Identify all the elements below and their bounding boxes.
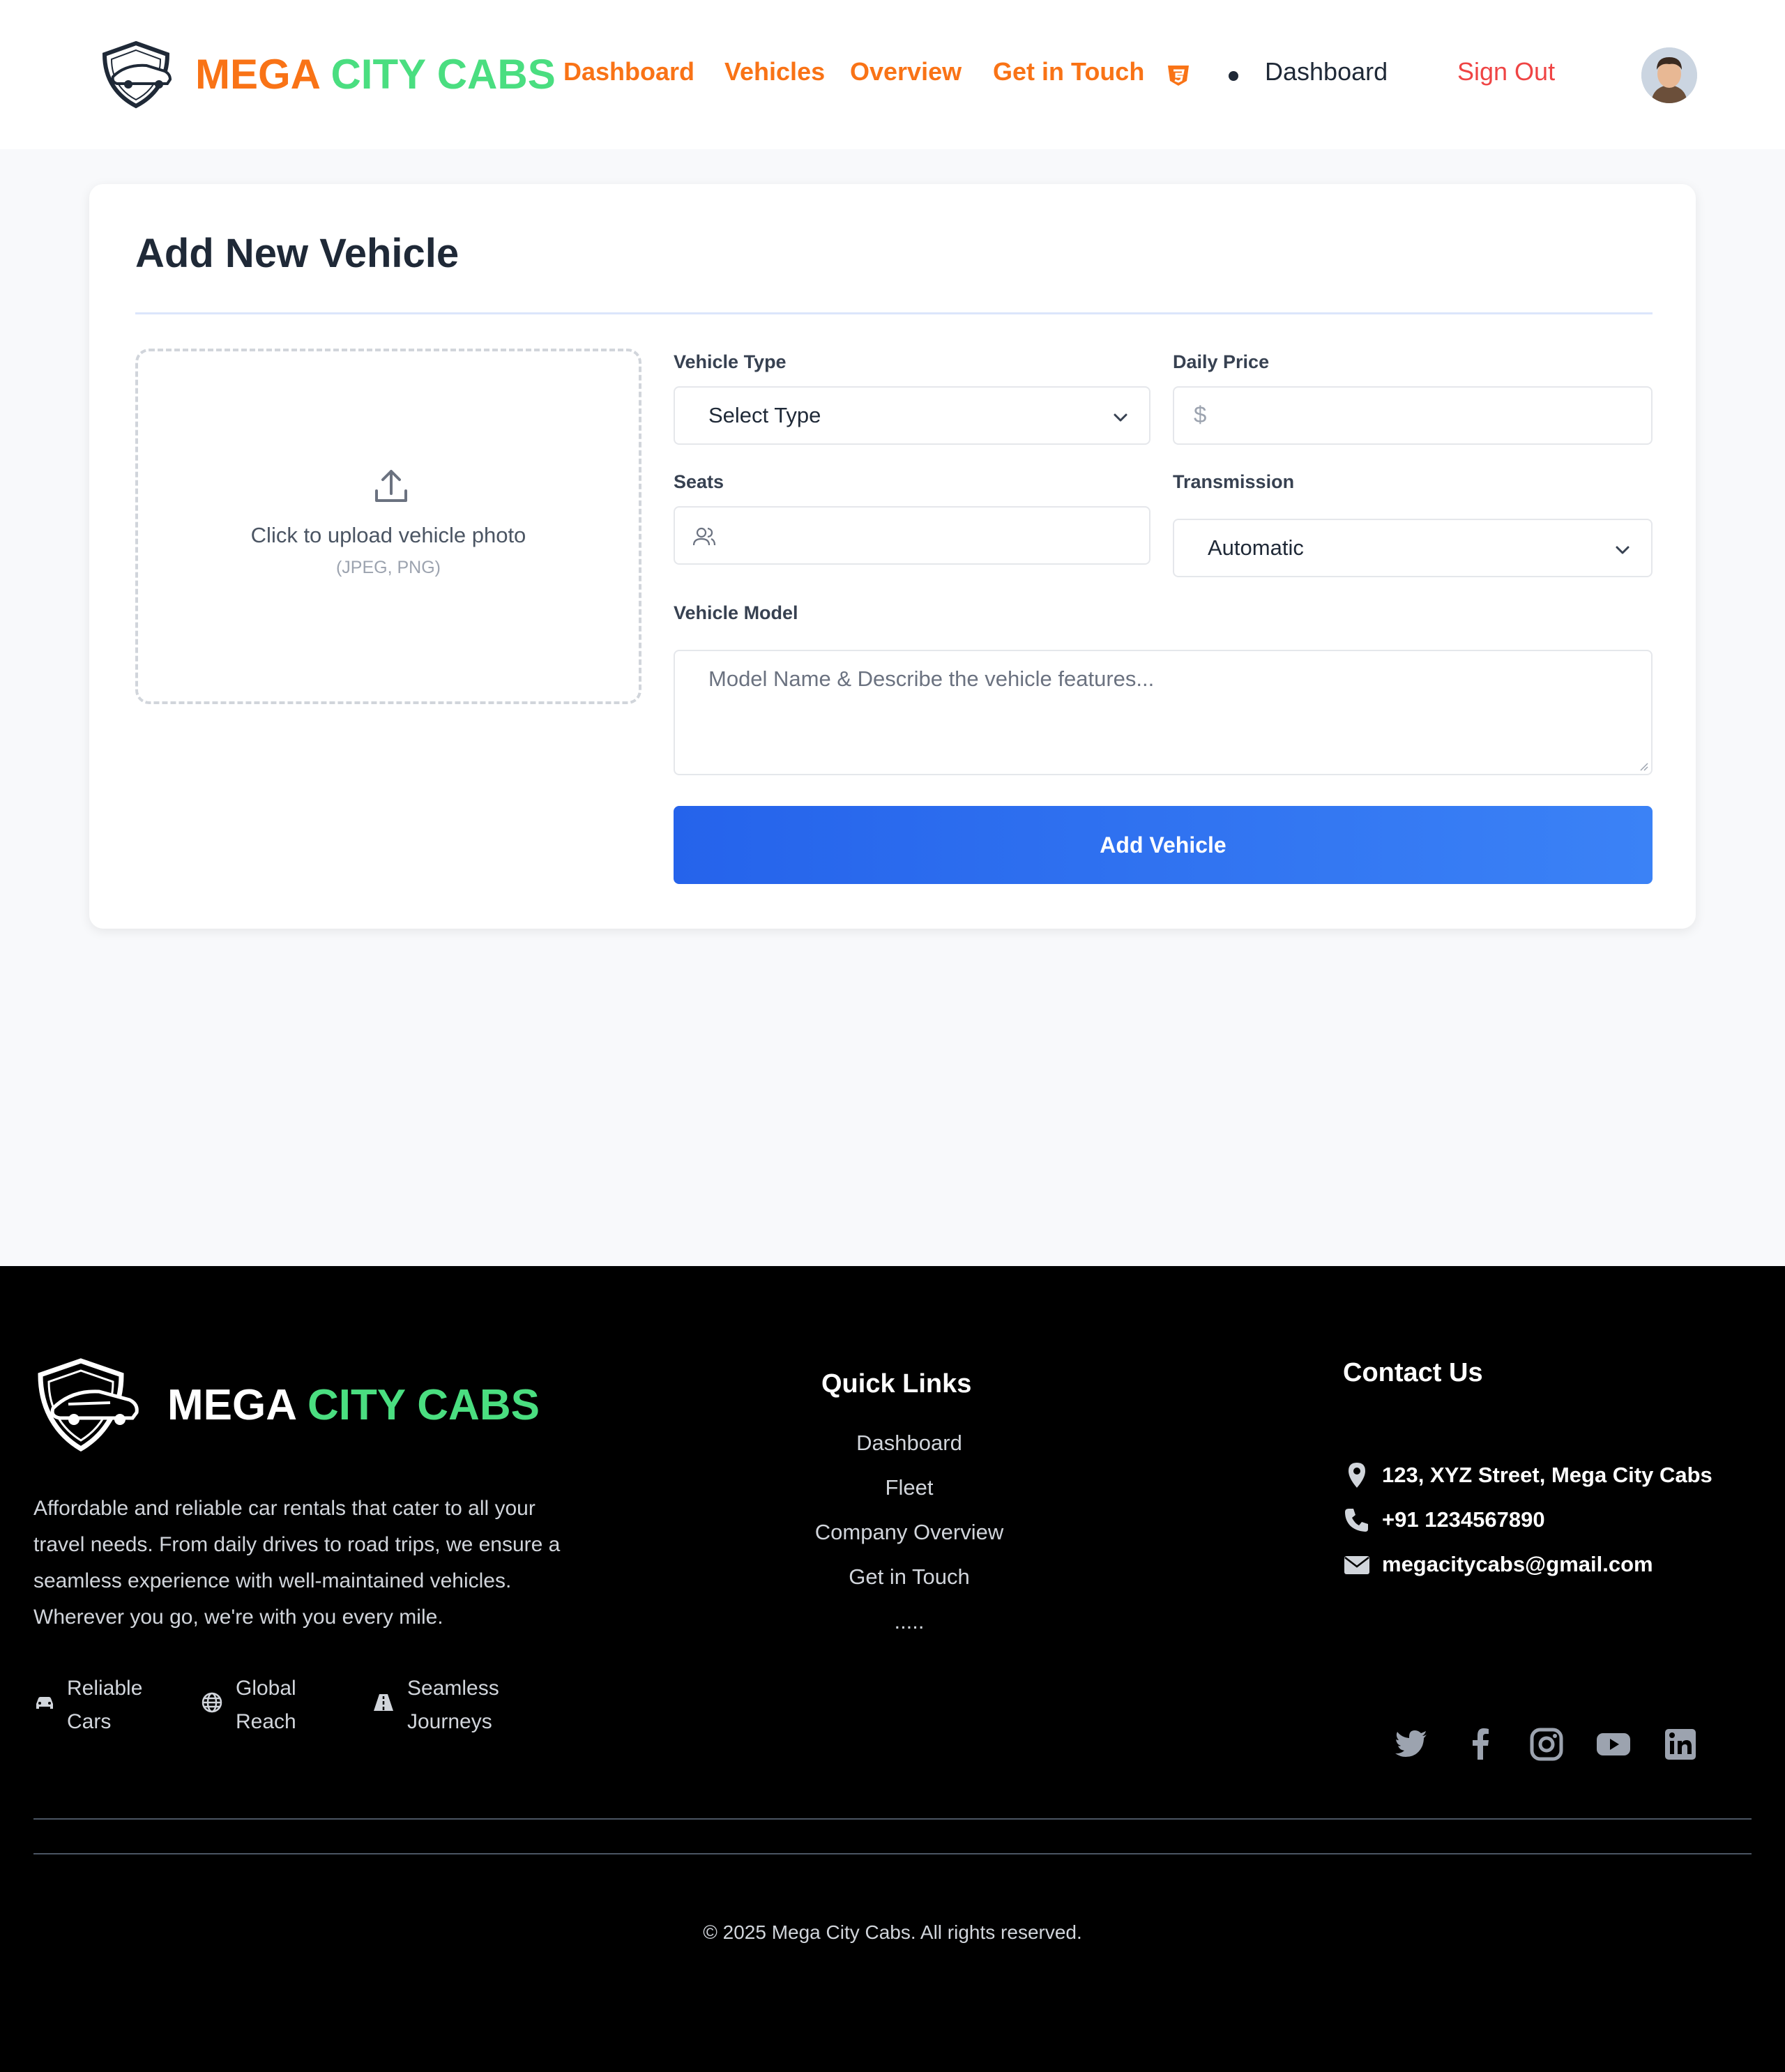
footer: MEGA CITY CABS Affordable and reliable c… [0, 1266, 1785, 2072]
brand-word-mega: MEGA [195, 51, 319, 98]
brand-name[interactable]: MEGA CITY CABS [195, 50, 556, 98]
car-icon [36, 1697, 53, 1709]
chevron-down-icon [1616, 546, 1630, 554]
upload-icon [375, 470, 407, 502]
seats-input[interactable] [674, 506, 1150, 565]
contact-phone[interactable]: +91 1234567890 [1382, 1507, 1545, 1532]
vehicle-model-label: Vehicle Model [674, 602, 798, 623]
phone-icon [1345, 1509, 1368, 1532]
nav-overview[interactable]: Overview [850, 57, 962, 86]
footer-brand-name: MEGA CITY CABS [167, 1380, 540, 1430]
dollar-icon: $ [1194, 402, 1207, 427]
youtube-icon[interactable] [1595, 1726, 1632, 1762]
footer-brand-word-city-cabs: CITY CABS [307, 1381, 540, 1429]
envelope-icon [1344, 1556, 1369, 1574]
globe-icon [202, 1692, 222, 1713]
vehicle-type-select[interactable]: Select Type [674, 386, 1150, 445]
upload-text: Click to upload vehicle photo [250, 523, 526, 547]
quick-link-fleet[interactable]: Fleet [735, 1475, 1084, 1500]
vehicle-type-value: Select Type [708, 403, 821, 427]
logo-shield-car-icon[interactable] [98, 40, 174, 109]
sign-out-link[interactable]: Sign Out [1457, 57, 1555, 86]
feature-global-reach: Global Reach [236, 1672, 296, 1739]
footer-logo-shield-car-icon [38, 1358, 139, 1452]
facebook-icon[interactable] [1463, 1726, 1499, 1762]
resize-grip-icon[interactable] [1639, 761, 1648, 771]
seats-label: Seats [674, 471, 724, 492]
twitter-icon[interactable] [1393, 1726, 1429, 1762]
nav-get-in-touch[interactable]: Get in Touch [993, 57, 1144, 86]
nav-vehicles[interactable]: Vehicles [724, 57, 825, 86]
footer-divider [33, 1818, 1752, 1820]
feature-line: Global [236, 1677, 296, 1700]
vehicle-model-textarea[interactable]: Model Name & Describe the vehicle featur… [674, 650, 1653, 775]
transmission-value: Automatic [1208, 535, 1304, 560]
linkedin-icon[interactable] [1662, 1726, 1699, 1762]
feature-seamless-journeys: Seamless Journeys [407, 1672, 499, 1739]
feature-line: Reach [236, 1710, 296, 1733]
quick-link-dashboard[interactable]: Dashboard [735, 1431, 1084, 1456]
footer-description: Affordable and reliable car rentals that… [33, 1497, 561, 1629]
map-pin-icon [1349, 1463, 1365, 1488]
avatar-image [1641, 47, 1697, 103]
title-divider [135, 312, 1653, 314]
avatar[interactable] [1641, 47, 1697, 103]
transmission-label: Transmission [1173, 471, 1295, 492]
feature-line: Seamless [407, 1677, 499, 1700]
add-vehicle-button[interactable]: Add Vehicle [674, 806, 1653, 884]
feature-reliable-cars: Reliable Cars [67, 1672, 142, 1739]
shield-icon[interactable] [1166, 63, 1191, 88]
instagram-icon[interactable] [1528, 1726, 1565, 1762]
upload-formats: (JPEG, PNG) [335, 558, 441, 577]
quick-link-get-in-touch[interactable]: Get in Touch [735, 1564, 1084, 1590]
footer-divider [33, 1853, 1752, 1854]
nav-current-dashboard[interactable]: Dashboard [1265, 57, 1388, 86]
add-vehicle-card: Add New Vehicle Click to upload vehicle … [89, 184, 1696, 929]
quick-link-company-overview[interactable]: Company Overview [735, 1520, 1084, 1545]
feature-line: Cars [67, 1710, 112, 1733]
copyright-text: © 2025 Mega City Cabs. All rights reserv… [703, 1921, 1082, 1943]
users-icon [692, 527, 716, 546]
chevron-down-icon [1114, 413, 1127, 422]
transmission-select[interactable]: Automatic [1173, 519, 1653, 577]
vehicle-type-label: Vehicle Type [674, 351, 787, 372]
page-title: Add New Vehicle [135, 231, 459, 276]
quick-links-title: Quick Links [821, 1369, 972, 1399]
vehicle-model-placeholder: Model Name & Describe the vehicle featur… [708, 666, 1155, 691]
feature-line: Journeys [407, 1710, 492, 1733]
contact-us-title: Contact Us [1343, 1358, 1483, 1387]
header: MEGA CITY CABS Dashboard Vehicles Overvi… [0, 0, 1785, 149]
nav-active-dot [1229, 71, 1238, 81]
brand-word-city-cabs: CITY CABS [331, 51, 556, 98]
road-icon [374, 1694, 393, 1711]
daily-price-input[interactable]: $ [1173, 386, 1653, 445]
daily-price-label: Daily Price [1173, 351, 1270, 372]
contact-email[interactable]: megacitycabs@gmail.com [1382, 1552, 1653, 1577]
nav-dashboard[interactable]: Dashboard [563, 57, 694, 86]
footer-brand-word-mega: MEGA [167, 1381, 296, 1429]
quick-link-more[interactable]: ..... [735, 1609, 1084, 1634]
feature-line: Reliable [67, 1677, 143, 1700]
photo-upload-dropzone[interactable]: Click to upload vehicle photo (JPEG, PNG… [135, 349, 641, 704]
contact-address: 123, XYZ Street, Mega City Cabs [1382, 1463, 1712, 1487]
